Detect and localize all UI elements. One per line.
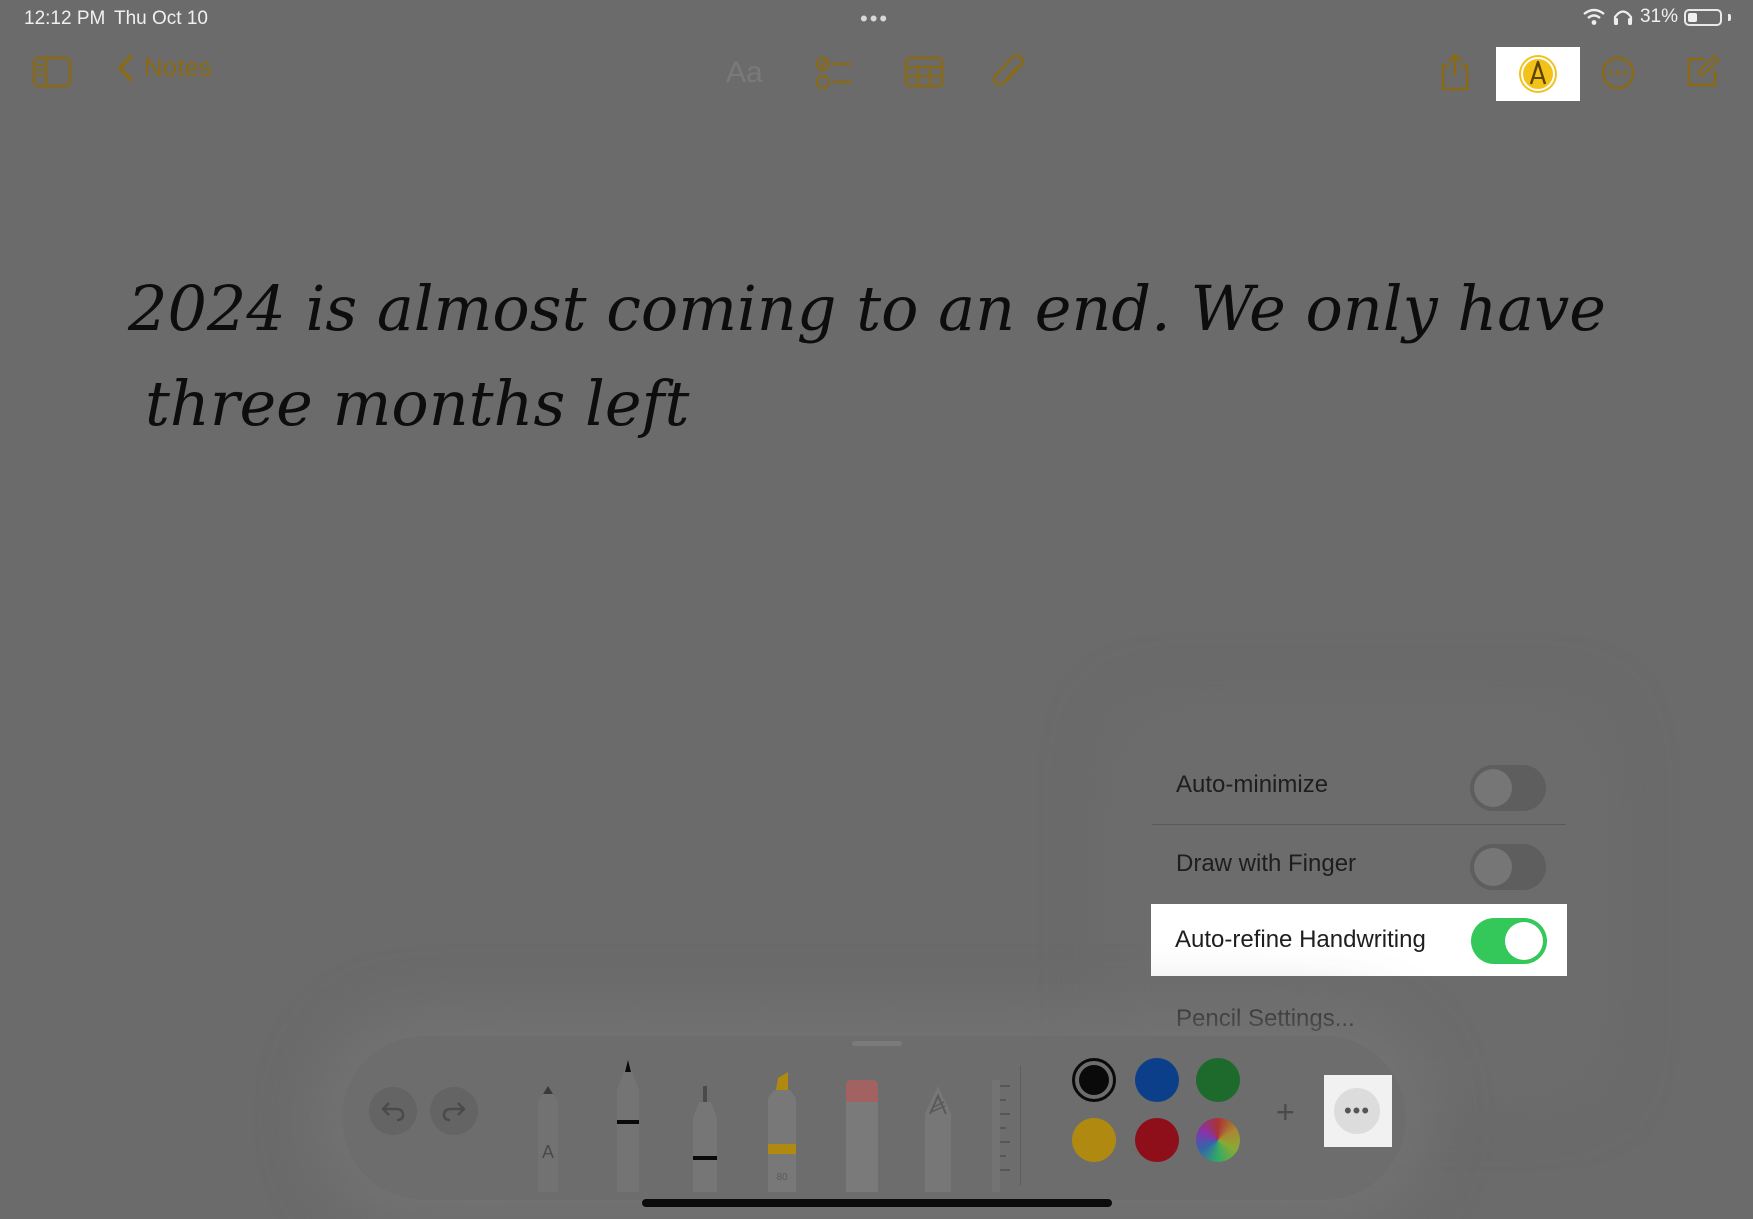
fineliner-icon[interactable]	[683, 1056, 727, 1192]
home-indicator[interactable]	[642, 1199, 1112, 1207]
svg-text:A: A	[542, 1142, 554, 1162]
draw-with-finger-toggle[interactable]	[1470, 844, 1546, 890]
menu-item-auto-minimize[interactable]: Auto-minimize	[1152, 746, 1566, 824]
monoline-pen-icon[interactable]: A	[526, 1056, 570, 1192]
highlighter-icon[interactable]: 80	[760, 1056, 804, 1192]
ruler-icon[interactable]	[990, 1080, 1014, 1192]
auto-refine-handwriting-toggle[interactable]	[1471, 918, 1547, 964]
redo-icon[interactable]	[430, 1087, 478, 1135]
undo-icon[interactable]	[369, 1087, 417, 1135]
menu-item-label: Auto-refine Handwriting	[1175, 926, 1426, 953]
pencil-options-menu: Auto-minimize Draw with Finger Auto-refi…	[1151, 746, 1567, 1058]
color-swatch-blue[interactable]	[1135, 1058, 1179, 1102]
note-line-2: three months left	[145, 367, 689, 440]
note-line-1: 2024 is almost coming to an end. We only…	[127, 272, 1606, 345]
note-canvas[interactable]: 2024 is almost coming to an end. We only…	[0, 0, 1753, 520]
svg-text:80: 80	[776, 1172, 788, 1183]
color-swatch-black-selected[interactable]	[1072, 1058, 1116, 1102]
color-swatch-green[interactable]	[1196, 1058, 1240, 1102]
pen-icon[interactable]	[606, 1056, 650, 1192]
more-options-button[interactable]: •••	[1334, 1088, 1380, 1134]
menu-item-label: Auto-minimize	[1176, 771, 1329, 798]
eraser-icon[interactable]	[838, 1056, 886, 1192]
menu-item-draw-with-finger[interactable]: Draw with Finger	[1152, 825, 1566, 903]
menu-item-label: Draw with Finger	[1176, 850, 1357, 877]
auto-minimize-toggle[interactable]	[1470, 765, 1546, 811]
color-swatch-red[interactable]	[1135, 1118, 1179, 1162]
palette-divider	[1020, 1066, 1021, 1186]
color-swatch-yellow[interactable]	[1072, 1118, 1116, 1162]
color-wheel-icon[interactable]	[1196, 1118, 1240, 1162]
menu-item-label: Pencil Settings...	[1176, 1005, 1355, 1032]
add-color-button[interactable]: +	[1276, 1094, 1295, 1131]
palette-grabber[interactable]	[852, 1041, 902, 1046]
menu-item-auto-refine-handwriting[interactable]: Auto-refine Handwriting	[1151, 904, 1567, 976]
pencil-icon[interactable]	[916, 1056, 960, 1192]
